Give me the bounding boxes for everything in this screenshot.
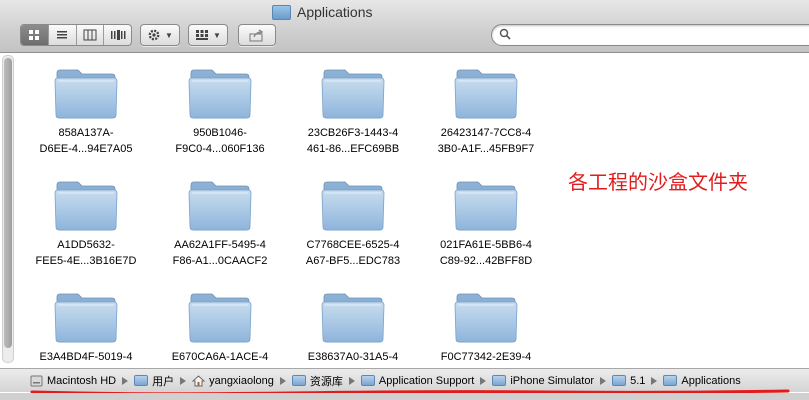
annotation-text: 各工程的沙盒文件夹 [568, 170, 748, 194]
gear-icon [148, 29, 160, 41]
grid-icon [29, 30, 40, 40]
search-field[interactable] [491, 24, 809, 46]
window-bottom-edge [0, 393, 809, 400]
folder-name-line2: FEE5-4E...3B16E7D [35, 255, 137, 267]
folder-item[interactable]: 858A137A- D6EE-4...94E7A05 [21, 67, 151, 156]
path-separator-icon [279, 376, 286, 385]
folder-name-line1: E670CA6A-1ACE-4 [171, 351, 269, 363]
folder-item[interactable]: E670CA6A-1ACE-4 [155, 291, 285, 364]
path-separator-icon [348, 376, 355, 385]
vertical-scrollbar[interactable] [2, 55, 14, 363]
path-item-version[interactable]: 5.1 [612, 375, 645, 387]
folder-icon [134, 375, 149, 386]
folder-name-line2: A67-BF5...EDC783 [305, 255, 401, 267]
folder-icon [321, 179, 385, 233]
path-separator-icon [180, 376, 187, 385]
folder-icon [291, 375, 306, 386]
folder-icon [454, 291, 518, 345]
folder-name-line1: AA62A1FF-5495-4 [174, 239, 266, 251]
folder-item[interactable]: 23CB26F3-1443-4 461-86...EFC69BB [288, 67, 418, 156]
folder-name-line1: C7768CEE-6525-4 [306, 239, 400, 251]
folder-item[interactable]: C7768CEE-6525-4 A67-BF5...EDC783 [288, 179, 418, 268]
path-item-iphone-simulator[interactable]: iPhone Simulator [492, 375, 594, 387]
folder-name-line2: F86-A1...0CAACF2 [172, 255, 268, 267]
coverflow-icon [110, 30, 126, 40]
folder-name-line1: 858A137A- [58, 127, 114, 139]
search-input[interactable] [514, 27, 798, 43]
folder-item[interactable]: E3A4BD4F-5019-4 [21, 291, 151, 364]
path-separator-icon [480, 376, 487, 385]
share-button[interactable] [238, 24, 276, 46]
path-item-applications[interactable]: Applications [663, 375, 741, 387]
folder-name-line2: F9C0-4...060F136 [175, 143, 265, 155]
folder-name-line2: 3B0-A1F...45FB9F7 [437, 143, 535, 155]
folder-icon [321, 67, 385, 121]
list-view-button[interactable] [49, 25, 77, 45]
path-separator-icon [651, 376, 658, 385]
column-view-button[interactable] [77, 25, 105, 45]
folder-name-line2: 461-86...EFC69BB [306, 143, 400, 155]
folder-item[interactable]: 950B1046- F9C0-4...060F136 [155, 67, 285, 156]
window-title: Applications [272, 3, 373, 21]
folder-name-line1: E38637A0-31A5-4 [307, 351, 399, 363]
path-separator-icon [600, 376, 607, 385]
action-menu-button[interactable]: ▼ [140, 24, 180, 46]
folder-name-line1: 23CB26F3-1443-4 [307, 127, 399, 139]
folder-item[interactable]: A1DD5632- FEE5-4E...3B16E7D [21, 179, 151, 268]
path-item-application-support[interactable]: Application Support [360, 375, 474, 387]
folder-name-line2: C89-92...42BFF8D [439, 255, 533, 267]
chevron-down-icon: ▼ [165, 30, 173, 40]
folder-item[interactable]: AA62A1FF-5495-4 F86-A1...0CAACF2 [155, 179, 285, 268]
arrange-grid-icon [196, 30, 209, 40]
folder-icon [54, 179, 118, 233]
folder-name-line1: 950B1046- [193, 127, 247, 139]
folder-icon [188, 179, 252, 233]
path-separator-icon [122, 376, 129, 385]
path-item-macintosh-hd[interactable]: Macintosh HD [30, 375, 116, 387]
columns-icon [83, 29, 97, 41]
path-item-library[interactable]: 资源库 [291, 373, 343, 389]
folder-item[interactable]: 021FA61E-5BB6-4 C89-92...42BFF8D [421, 179, 551, 268]
folder-item[interactable]: F0C77342-2E39-4 [421, 291, 551, 364]
folder-item[interactable]: E38637A0-31A5-4 [288, 291, 418, 364]
folder-icon [188, 67, 252, 121]
folder-name-line1: 021FA61E-5BB6-4 [440, 239, 532, 251]
folder-name-line1: E3A4BD4F-5019-4 [39, 351, 133, 363]
path-item-home[interactable]: yangxiaolong [192, 375, 274, 387]
list-icon [57, 31, 68, 39]
folder-icon [663, 375, 678, 386]
file-browser-content: 858A137A- D6EE-4...94E7A05 950B1046- F9C… [0, 53, 809, 365]
folder-icon [54, 67, 118, 121]
folder-name-line1: A1DD5632- [57, 239, 115, 251]
folder-icon [360, 375, 375, 386]
folder-icon [612, 375, 627, 386]
search-icon [499, 28, 511, 40]
folder-icon [454, 67, 518, 121]
scrollbar-thumb[interactable] [4, 58, 12, 348]
folder-name-line1: 26423147-7CC8-4 [440, 127, 532, 139]
folder-icon [188, 291, 252, 345]
folder-name-line2: D6EE-4...94E7A05 [39, 143, 133, 155]
view-mode-segment[interactable] [20, 24, 132, 46]
window-titlebar: Applications ▼ ▼ [0, 0, 809, 53]
chevron-down-icon: ▼ [213, 30, 221, 40]
home-icon [192, 374, 206, 386]
coverflow-view-button[interactable] [104, 25, 131, 45]
folder-item[interactable]: 26423147-7CC8-4 3B0-A1F...45FB9F7 [421, 67, 551, 156]
share-icon [249, 28, 264, 42]
folder-name-line1: F0C77342-2E39-4 [440, 351, 532, 363]
folder-icon [272, 4, 291, 20]
arrange-menu-button[interactable]: ▼ [188, 24, 228, 46]
folder-icon [321, 291, 385, 345]
path-item-users[interactable]: 用户 [134, 373, 174, 389]
window-title-text: Applications [297, 4, 373, 20]
folder-icon [492, 375, 507, 386]
icon-view-button[interactable] [21, 25, 49, 45]
folder-icon [54, 291, 118, 345]
hard-drive-icon [30, 375, 43, 386]
folder-icon [454, 179, 518, 233]
